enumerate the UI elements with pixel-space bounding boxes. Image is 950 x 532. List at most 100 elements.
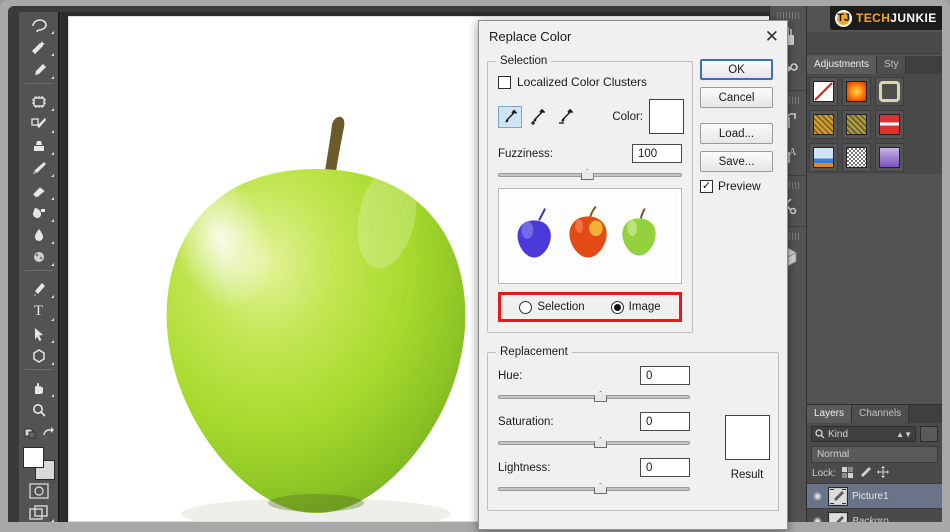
lightness-input[interactable]: 0: [640, 458, 690, 477]
slider-knob[interactable]: [580, 169, 594, 180]
result-swatch[interactable]: [724, 415, 770, 460]
dodge-tool[interactable]: [22, 246, 56, 268]
radio-image-input[interactable]: [610, 300, 624, 314]
slider-knob[interactable]: [594, 483, 607, 494]
fuzziness-input[interactable]: 100: [632, 144, 682, 163]
localized-color-clusters-checkbox[interactable]: [498, 75, 511, 89]
blur-tool[interactable]: [22, 224, 56, 246]
saturation-slider[interactable]: [498, 436, 690, 450]
radio-selection-input[interactable]: [519, 300, 533, 314]
close-icon[interactable]: ✕: [765, 28, 779, 45]
replacement-fields: Hue: 0 Saturation: 0 Lightness: 0: [496, 366, 692, 496]
save-button[interactable]: Save...: [700, 151, 773, 172]
window-bottom-edge: [0, 522, 950, 532]
hue-slider[interactable]: [498, 390, 690, 404]
tool-corner-marker: [50, 339, 54, 343]
load-button[interactable]: Load...: [700, 123, 773, 144]
shape-tool[interactable]: [22, 345, 56, 367]
logo-text-tech: TECH: [856, 11, 891, 25]
eyedropper-tool[interactable]: [22, 58, 56, 80]
fuzziness-row: Fuzziness: 100: [498, 144, 682, 163]
style-swatch-orange-glow[interactable]: [842, 77, 871, 106]
lasso-tool[interactable]: [22, 14, 56, 36]
preview-checkbox[interactable]: ✓: [700, 179, 713, 193]
adjustments-tabs: Adjustments Sty: [807, 56, 942, 74]
filter-image-icon[interactable]: [920, 426, 938, 442]
selection-preview-thumbnail[interactable]: [498, 188, 682, 284]
default-colors-icon[interactable]: [22, 421, 56, 443]
dialog-title-bar[interactable]: Replace Color ✕: [479, 21, 787, 51]
table-row[interactable]: ◉ Picture1: [807, 483, 942, 508]
slider-knob[interactable]: [594, 437, 607, 448]
hue-input[interactable]: 0: [640, 366, 690, 385]
layers-tabs: Layers Channels: [807, 405, 942, 423]
eyedropper-subtract-icon[interactable]: [554, 106, 578, 128]
search-icon: [815, 429, 825, 439]
spot-healing-brush-tool[interactable]: [22, 91, 56, 113]
tab-layers[interactable]: Layers: [807, 405, 853, 423]
dialog-left-column: Selection Localized Color Clusters Color…: [487, 55, 693, 342]
clone-stamp-tool[interactable]: [22, 135, 56, 157]
tool-divider: [24, 270, 53, 276]
tab-channels[interactable]: Channels: [852, 405, 910, 423]
cancel-button[interactable]: Cancel: [700, 87, 773, 108]
eraser-tool[interactable]: [22, 179, 56, 201]
window-frame: T A Adjustments Sty Layers Channels Kind…: [0, 0, 950, 532]
eyedropper-add-icon[interactable]: [526, 106, 550, 128]
gradient-tool[interactable]: [22, 202, 56, 224]
quick-selection-tool[interactable]: [22, 36, 56, 58]
tab-styles[interactable]: Sty: [877, 56, 907, 74]
lock-position-icon[interactable]: [876, 466, 889, 481]
layer-name: Picture1: [852, 490, 889, 502]
tool-corner-marker: [50, 241, 54, 245]
style-swatch-purple-gradient[interactable]: [875, 143, 904, 172]
selection-legend: Selection: [500, 55, 548, 67]
radio-selection[interactable]: Selection: [519, 300, 585, 314]
hand-tool[interactable]: [22, 377, 56, 399]
style-swatch-noise[interactable]: [842, 143, 871, 172]
layer-visibility-icon[interactable]: ◉: [811, 491, 824, 502]
type-tool[interactable]: T: [22, 300, 56, 322]
eyedropper-sample-icon[interactable]: [498, 105, 522, 128]
tool-corner-marker: [50, 394, 54, 398]
quick-mask-icon[interactable]: [22, 480, 56, 502]
tool-divider: [24, 82, 53, 89]
pen-tool[interactable]: [22, 278, 56, 300]
screen-mode-icon[interactable]: [22, 502, 56, 524]
ok-button[interactable]: OK: [700, 59, 773, 80]
saturation-input[interactable]: 0: [640, 412, 690, 431]
blend-mode-select[interactable]: Normal: [811, 446, 938, 463]
stepper-icon[interactable]: ▲▼: [896, 430, 912, 439]
lock-transparent-pixels-icon[interactable]: [841, 466, 853, 481]
fuzziness-slider[interactable]: [498, 168, 682, 182]
style-swatch-no-style[interactable]: [809, 77, 838, 106]
history-brush-tool[interactable]: [22, 157, 56, 179]
dock-grip[interactable]: [777, 12, 799, 19]
foreground-color-swatch[interactable]: [22, 446, 44, 468]
lightness-slider[interactable]: [498, 482, 690, 496]
style-swatch-blue-bar[interactable]: [809, 143, 838, 172]
style-swatch-olive-texture[interactable]: [842, 110, 871, 139]
logo-text-junkie: JUNKIE: [890, 11, 937, 25]
color-swatch[interactable]: [649, 99, 684, 134]
radio-image-label: Image: [628, 301, 661, 313]
tool-corner-marker: [50, 317, 54, 321]
path-selection-tool[interactable]: [22, 323, 56, 345]
preview-checkbox-row[interactable]: ✓ Preview: [700, 179, 773, 193]
layer-filter-kind-select[interactable]: Kind ▲▼: [811, 426, 916, 442]
dialog-button-column: OK Cancel Load... Save... ✓ Preview: [693, 55, 773, 342]
layer-filter-kind-label: Kind: [828, 428, 849, 440]
localized-color-clusters-row[interactable]: Localized Color Clusters: [498, 75, 684, 89]
tool-corner-marker: [50, 130, 54, 133]
style-swatch-red-stripe[interactable]: [875, 110, 904, 139]
brush-tool[interactable]: [22, 113, 56, 135]
style-swatch-gold-texture[interactable]: [809, 110, 838, 139]
tool-corner-marker: [50, 53, 54, 57]
zoom-tool[interactable]: [22, 399, 56, 421]
color-swatches[interactable]: [21, 446, 57, 480]
slider-knob[interactable]: [594, 391, 607, 402]
style-swatch-beveled-frame[interactable]: [875, 77, 904, 106]
tab-adjustments[interactable]: Adjustments: [807, 56, 878, 74]
radio-image[interactable]: Image: [610, 300, 661, 314]
lock-image-pixels-icon[interactable]: [859, 466, 871, 481]
